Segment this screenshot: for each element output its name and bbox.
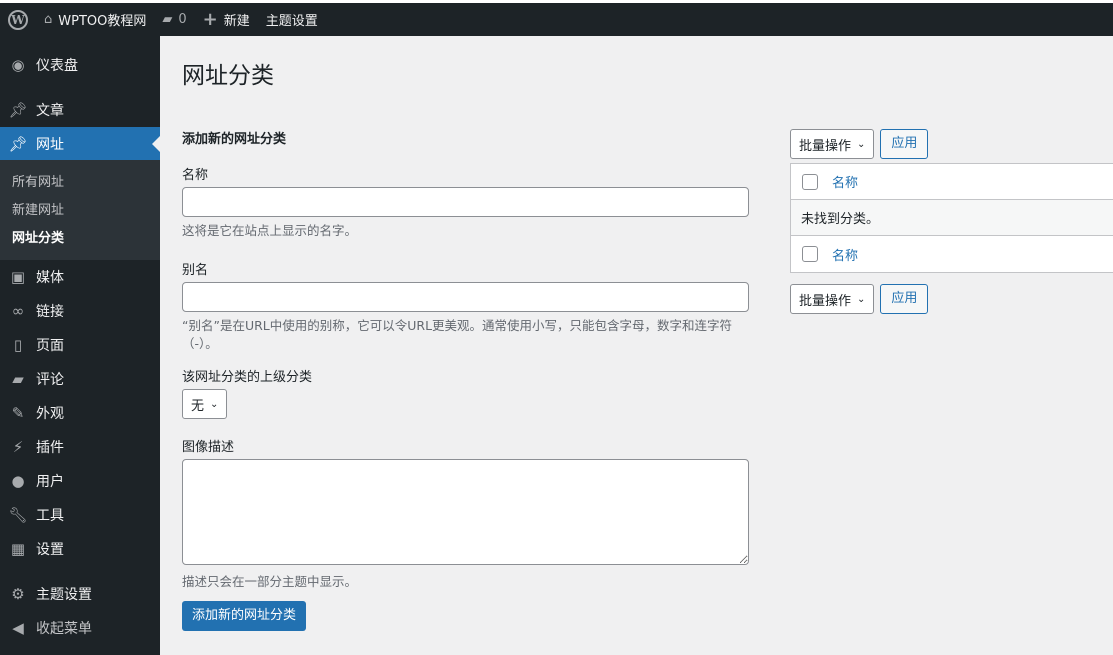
page-icon: ▯ [13, 336, 23, 354]
chevron-down-icon: ⌄ [210, 398, 219, 410]
wrench-icon: 🔧︎ [8, 506, 28, 524]
sidebar-item-label: 工具 [36, 508, 64, 524]
select-all-checkbox[interactable] [802, 173, 818, 190]
brush-icon: ✎ [11, 404, 25, 422]
comment-icon: ▰ [162, 12, 173, 27]
sidebar-item-label: 设置 [36, 542, 64, 558]
collapse-icon: ◀ [12, 619, 24, 637]
sidebar-item-tools[interactable]: 🔧︎ 工具 [0, 498, 160, 532]
plugin-icon: ⚡ [12, 438, 24, 456]
bulk-action-select-bottom[interactable]: 批量操作 ⌄ [790, 284, 875, 314]
sidebar-item-comments[interactable]: ▰ 评论 [0, 362, 160, 396]
name-label: 名称 [182, 168, 209, 183]
dashboard-icon: ◉ [11, 56, 25, 74]
chevron-down-icon: ⌄ [857, 293, 866, 305]
categories-list: 批量操作 ⌄ 应用 名称 未找到分类。 名称 批量操作 ⌄ 应用 [790, 129, 1113, 314]
sidebar-item-dashboard[interactable]: ◉ 仪表盘 [0, 48, 160, 82]
submenu-all-sites[interactable]: 所有网址 [0, 169, 160, 197]
sidebar-item-label: 评论 [36, 372, 64, 388]
chevron-down-icon: ⌄ [857, 138, 866, 150]
plus-icon: + [202, 9, 218, 30]
gear-icon: ⚙ [11, 585, 25, 603]
site-name: WPTOO教程网 [58, 14, 147, 29]
sidebar-item-label: 外观 [36, 406, 64, 422]
submenu-new-site[interactable]: 新建网址 [0, 197, 160, 225]
sidebar-item-label: 链接 [36, 304, 64, 320]
wp-logo-menu[interactable]: W [0, 3, 36, 36]
comments-link[interactable]: ▰ 0 [154, 3, 194, 36]
pin-icon: 📌︎ [8, 101, 28, 119]
slug-input[interactable] [182, 282, 749, 312]
slug-label: 别名 [182, 263, 209, 278]
description-help: 描述只会在一部分主题中显示。 [182, 574, 358, 589]
table-empty-row: 未找到分类。 [791, 200, 1113, 236]
parent-select[interactable]: 无 ⌄ [182, 389, 228, 419]
new-label: 新建 [223, 14, 250, 29]
sidebar-item-posts[interactable]: 📌︎ 文章 [0, 93, 160, 127]
description-label: 图像描述 [182, 440, 235, 455]
new-content-link[interactable]: + 新建 [195, 3, 258, 36]
sidebar-item-label: 用户 [36, 474, 64, 490]
name-description: 这将是它在站点上显示的名字。 [182, 223, 358, 238]
empty-message: 未找到分类。 [801, 212, 880, 227]
wordpress-icon: W [8, 9, 28, 30]
apply-button-top[interactable]: 应用 [880, 129, 929, 159]
sidebar-item-plugins[interactable]: ⚡ 插件 [0, 430, 160, 464]
select-all-checkbox-footer[interactable] [802, 246, 818, 262]
collapse-menu-button[interactable]: ◀ 收起菜单 [0, 611, 160, 645]
sidebar-item-label: 媒体 [36, 270, 64, 286]
sidebar-item-label: 仪表盘 [36, 58, 78, 74]
column-name-sort[interactable]: 名称 [832, 172, 858, 191]
categories-table: 名称 未找到分类。 名称 [790, 163, 1113, 273]
sidebar-item-theme-settings[interactable]: ⚙ 主题设置 [0, 577, 160, 611]
sidebar-item-label: 网址 [36, 137, 64, 153]
admin-sidebar: ◉ 仪表盘 📌︎ 文章 📌︎ 网址 所有网址 新建网址 网址分类 ▣ 媒体 ∞ 链接 ▯ 页… [0, 36, 160, 655]
table-footer: 名称 [791, 236, 1113, 272]
theme-settings-link[interactable]: 主题设置 [258, 3, 326, 36]
bulk-action-value: 批量操作 [799, 293, 852, 309]
bulk-action-value: 批量操作 [799, 138, 852, 154]
pin-icon: 📌︎ [8, 135, 28, 153]
sidebar-item-appearance[interactable]: ✎ 外观 [0, 396, 160, 430]
sidebar-item-label: 主题设置 [36, 587, 92, 603]
parent-value: 无 [191, 398, 205, 414]
home-icon: ⌂ [44, 12, 53, 27]
site-name-link[interactable]: ⌂ WPTOO教程网 [36, 3, 154, 36]
settings-icon: ▦ [10, 540, 26, 558]
sidebar-item-label: 插件 [36, 440, 64, 456]
page-title: 网址分类 [182, 63, 274, 89]
user-icon: ● [11, 472, 25, 490]
sidebar-item-settings[interactable]: ▦ 设置 [0, 532, 160, 566]
form-heading: 添加新的网址分类 [182, 132, 287, 147]
slug-description: “别名”是在URL中使用的别称，它可以令URL更美观。通常使用小写，只能包含字母… [182, 318, 733, 351]
description-textarea[interactable] [182, 459, 749, 565]
admin-bar: W ⌂ WPTOO教程网 ▰ 0 + 新建 主题设置 [0, 3, 1113, 36]
comments-count: 0 [178, 12, 187, 27]
theme-settings-label: 主题设置 [265, 14, 318, 29]
submenu-site-categories[interactable]: 网址分类 [0, 225, 160, 253]
link-icon: ∞ [11, 302, 25, 320]
sidebar-item-users[interactable]: ● 用户 [0, 464, 160, 498]
apply-button-bottom[interactable]: 应用 [880, 284, 929, 314]
sidebar-submenu: 所有网址 新建网址 网址分类 [0, 160, 160, 260]
add-category-button[interactable]: 添加新的网址分类 [182, 601, 307, 631]
name-input[interactable] [182, 187, 749, 217]
sidebar-item-sites[interactable]: 📌︎ 网址 [0, 127, 160, 161]
add-category-form: 添加新的网址分类 名称 这将是它在站点上显示的名字。 别名 “别名”是在URL中… [182, 128, 749, 631]
sidebar-item-media[interactable]: ▣ 媒体 [0, 260, 160, 294]
sidebar-item-label: 文章 [36, 103, 64, 119]
column-name-sort-footer[interactable]: 名称 [832, 245, 858, 264]
sidebar-item-pages[interactable]: ▯ 页面 [0, 328, 160, 362]
sidebar-item-label: 页面 [36, 338, 64, 354]
table-header: 名称 [791, 164, 1113, 200]
sidebar-item-label: 收起菜单 [36, 621, 92, 637]
bulk-action-select-top[interactable]: 批量操作 ⌄ [790, 129, 875, 159]
comment-icon: ▰ [12, 370, 24, 388]
parent-label: 该网址分类的上级分类 [182, 370, 313, 385]
media-icon: ▣ [10, 268, 26, 286]
sidebar-item-links[interactable]: ∞ 链接 [0, 294, 160, 328]
